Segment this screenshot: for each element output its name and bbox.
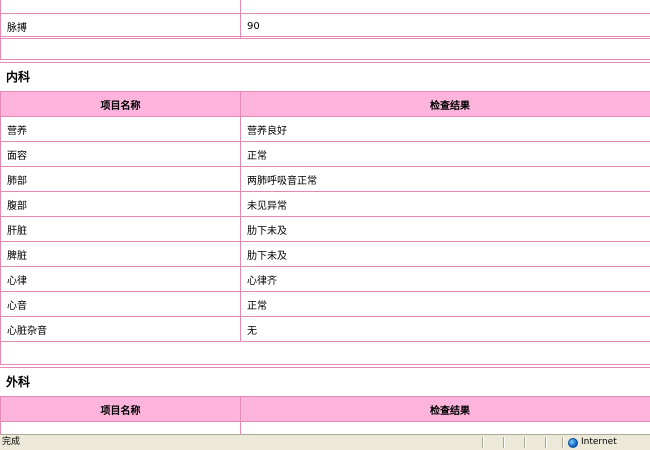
item-name-cell: 心律 xyxy=(0,266,241,292)
item-result-cell xyxy=(240,0,650,14)
item-name-cell: 面容 xyxy=(0,141,241,167)
item-result-cell: 90 xyxy=(240,13,650,39)
status-divider xyxy=(503,437,504,448)
item-result-cell: 肋下未及 xyxy=(240,241,650,267)
section-spacer-row xyxy=(0,36,650,60)
column-header-result: 检查结果 xyxy=(240,396,650,422)
item-name-cell: 营养 xyxy=(0,116,241,142)
item-name-cell: 脉搏 xyxy=(0,13,241,39)
table-row: 肝脏 肋下未及 xyxy=(0,216,650,242)
item-result-cell: 正常 xyxy=(240,141,650,167)
item-result-cell: 无 xyxy=(240,316,650,342)
table-row xyxy=(0,421,650,434)
browser-status-bar: 完成 Internet xyxy=(0,434,650,450)
internal-medicine-table: 项目名称 检查结果 营养 营养良好 面容 正常 肺部 两肺呼吸音正常 腹部 未见… xyxy=(0,91,650,342)
item-name-cell xyxy=(0,0,241,14)
globe-icon xyxy=(568,437,578,448)
item-name-cell: 肺部 xyxy=(0,166,241,192)
item-result-cell: 未见异常 xyxy=(240,191,650,217)
page-viewport: 脉搏 90 内科 项目名称 检查结果 营养 营养良好 面容 正常 肺部 两肺呼吸… xyxy=(0,0,650,434)
table-row xyxy=(0,0,650,14)
status-divider xyxy=(562,437,563,448)
table-row: 心音 正常 xyxy=(0,291,650,317)
column-header-item-name: 项目名称 xyxy=(0,91,241,117)
status-divider xyxy=(545,437,546,448)
item-result-cell: 心律齐 xyxy=(240,266,650,292)
section-title-surgery: 外科 xyxy=(6,375,31,389)
table-header-row: 项目名称 检查结果 xyxy=(0,91,650,117)
section-spacer-row xyxy=(0,341,650,365)
table-row: 肺部 两肺呼吸音正常 xyxy=(0,166,650,192)
status-divider xyxy=(482,437,483,448)
table-row: 心律 心律齐 xyxy=(0,266,650,292)
item-result-cell xyxy=(240,421,650,434)
column-header-item-name: 项目名称 xyxy=(0,396,241,422)
status-divider xyxy=(524,437,525,448)
zone-label: Internet xyxy=(581,437,617,447)
item-name-cell: 脾脏 xyxy=(0,241,241,267)
table-row: 面容 正常 xyxy=(0,141,650,167)
item-result-cell: 两肺呼吸音正常 xyxy=(240,166,650,192)
table-row: 脉搏 90 xyxy=(0,13,650,39)
table-row: 腹部 未见异常 xyxy=(0,191,650,217)
surgery-table: 项目名称 检查结果 xyxy=(0,396,650,434)
security-zone[interactable]: Internet xyxy=(568,435,617,450)
section-title-internal-medicine: 内科 xyxy=(6,70,31,84)
item-result-cell: 肋下未及 xyxy=(240,216,650,242)
previous-section-table: 脉搏 90 xyxy=(0,0,650,39)
item-name-cell: 腹部 xyxy=(0,191,241,217)
item-result-cell: 正常 xyxy=(240,291,650,317)
table-row: 脾脏 肋下未及 xyxy=(0,241,650,267)
status-text: 完成 xyxy=(2,437,21,447)
table-header-row: 项目名称 检查结果 xyxy=(0,396,650,422)
item-name-cell: 心脏杂音 xyxy=(0,316,241,342)
item-name-cell xyxy=(0,421,241,434)
item-result-cell: 营养良好 xyxy=(240,116,650,142)
column-header-result: 检查结果 xyxy=(240,91,650,117)
item-name-cell: 心音 xyxy=(0,291,241,317)
table-row: 营养 营养良好 xyxy=(0,116,650,142)
item-name-cell: 肝脏 xyxy=(0,216,241,242)
table-row: 心脏杂音 无 xyxy=(0,316,650,342)
